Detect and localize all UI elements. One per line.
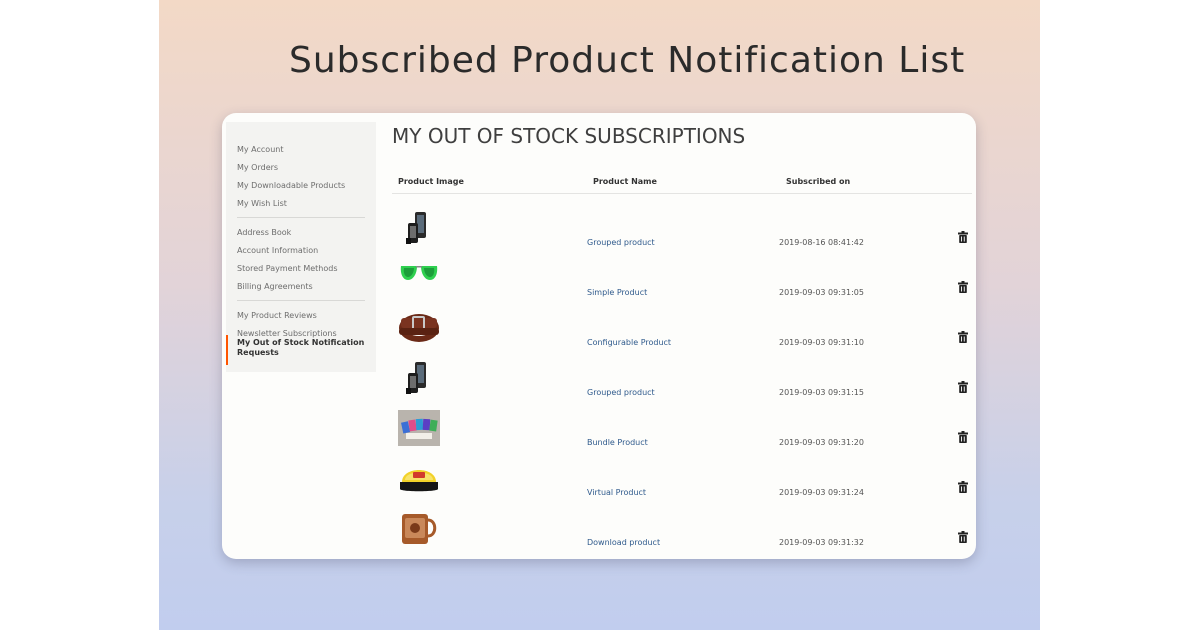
card-bundle-icon: [398, 410, 440, 446]
active-indicator: [226, 335, 228, 365]
trash-icon[interactable]: [958, 231, 968, 243]
sidebar-item-billing-agreements[interactable]: Billing Agreements: [237, 282, 313, 291]
subscribed-date: 2019-09-03 09:31:15: [779, 388, 864, 397]
trash-icon[interactable]: [958, 531, 968, 543]
sidebar-divider: [237, 300, 365, 301]
cap-icon: [400, 470, 438, 492]
phone-set-icon: [406, 212, 426, 244]
mug-icon: [402, 514, 437, 544]
subscribed-date: 2019-08-16 08:41:42: [779, 238, 864, 247]
subscribed-date: 2019-09-03 09:31:10: [779, 338, 864, 347]
sidebar-item-stored-payment-methods[interactable]: Stored Payment Methods: [237, 264, 338, 273]
column-header-subscribed-on: Subscribed on: [786, 177, 851, 186]
sidebar-item-address-book[interactable]: Address Book: [237, 228, 291, 237]
product-name-link[interactable]: Bundle Product: [587, 438, 648, 447]
account-sidebar: My Account My Orders My Downloadable Pro…: [226, 122, 376, 372]
sidebar-item-label: My Out of Stock Notification Requests: [237, 338, 365, 357]
sidebar-divider: [237, 217, 365, 218]
sidebar-item-out-of-stock-requests[interactable]: My Out of Stock Notification Requests: [226, 335, 376, 365]
page-title: MY OUT OF STOCK SUBSCRIPTIONS: [392, 124, 746, 148]
table-row: Grouped product 2019-08-16 08:41:42: [392, 208, 972, 258]
table-row: Bundle Product 2019-09-03 09:31:20: [392, 408, 972, 458]
sidebar-item-product-reviews[interactable]: My Product Reviews: [237, 311, 317, 320]
product-name-link[interactable]: Grouped product: [587, 238, 655, 247]
table-row: Download product 2019-09-03 09:31:32: [392, 508, 972, 558]
subscribed-date: 2019-09-03 09:31:20: [779, 438, 864, 447]
product-name-link[interactable]: Configurable Product: [587, 338, 671, 347]
subscribed-date: 2019-09-03 09:31:32: [779, 538, 864, 547]
subscribed-date: 2019-09-03 09:31:05: [779, 288, 864, 297]
trash-icon[interactable]: [958, 381, 968, 393]
trash-icon[interactable]: [958, 281, 968, 293]
account-page-card: My Account My Orders My Downloadable Pro…: [222, 113, 976, 559]
sidebar-item-wish-list[interactable]: My Wish List: [237, 199, 287, 208]
table-row: Simple Product 2019-09-03 09:31:05: [392, 258, 972, 308]
subscribed-date: 2019-09-03 09:31:24: [779, 488, 864, 497]
column-header-product-image: Product Image: [398, 177, 464, 186]
sidebar-item-account-information[interactable]: Account Information: [237, 246, 318, 255]
trash-icon[interactable]: [958, 431, 968, 443]
phone-set-icon: [406, 362, 426, 394]
table-row: Virtual Product 2019-09-03 09:31:24: [392, 458, 972, 508]
product-name-link[interactable]: Virtual Product: [587, 488, 646, 497]
product-name-link[interactable]: Download product: [587, 538, 660, 547]
product-name-link[interactable]: Grouped product: [587, 388, 655, 397]
table-row: Grouped product 2019-09-03 09:31:15: [392, 358, 972, 408]
sidebar-item-my-orders[interactable]: My Orders: [237, 163, 278, 172]
product-name-link[interactable]: Simple Product: [587, 288, 647, 297]
promo-banner: Subscribed Product Notification List My …: [159, 0, 1040, 630]
column-header-product-name: Product Name: [593, 177, 657, 186]
sidebar-item-my-account[interactable]: My Account: [237, 145, 283, 154]
sidebar-item-downloadable-products[interactable]: My Downloadable Products: [237, 181, 345, 190]
header-divider: [392, 193, 972, 194]
sunglasses-icon: [400, 266, 438, 280]
belt-icon: [399, 314, 439, 342]
banner-headline: Subscribed Product Notification List: [289, 40, 966, 81]
table-row: Configurable Product 2019-09-03 09:31:10: [392, 308, 972, 358]
trash-icon[interactable]: [958, 331, 968, 343]
trash-icon[interactable]: [958, 481, 968, 493]
